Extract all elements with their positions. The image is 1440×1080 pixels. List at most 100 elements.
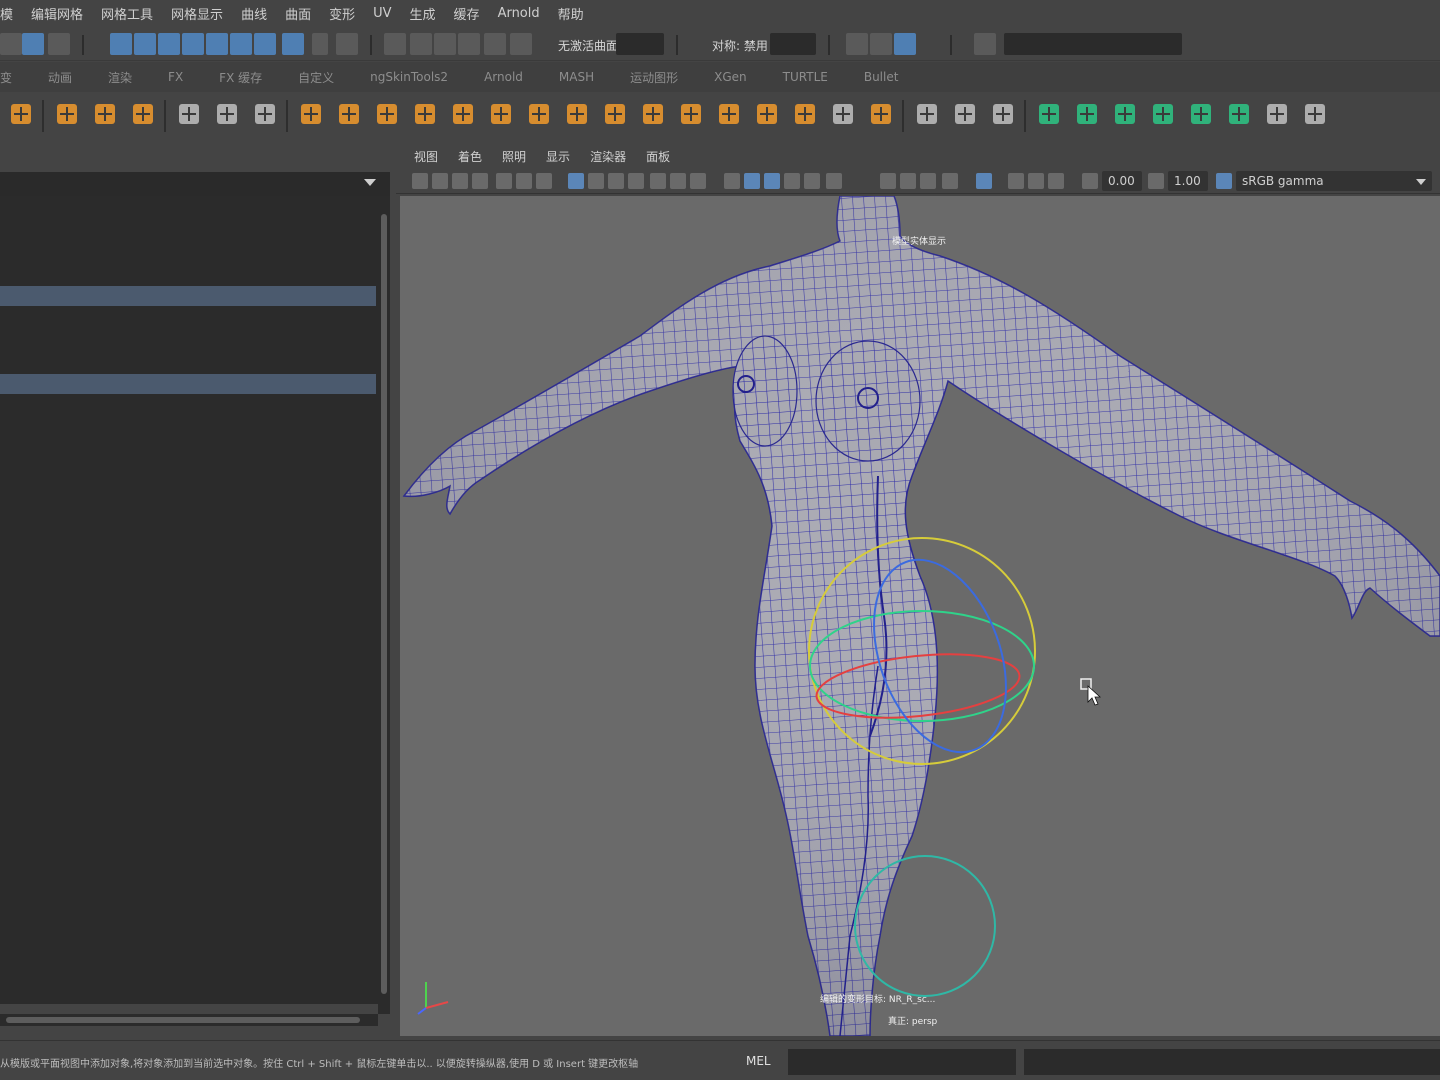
select-surface-icon[interactable] (182, 33, 204, 55)
cube-icon[interactable] (638, 99, 668, 129)
image-plane-icon[interactable] (472, 173, 488, 189)
cylinder-icon[interactable] (562, 99, 592, 129)
x-tool-icon[interactable] (1300, 99, 1330, 129)
shelf-tab[interactable]: 运动图形 (612, 69, 696, 86)
menu-item[interactable]: 曲面 (276, 4, 320, 23)
lock-icon[interactable] (312, 33, 328, 55)
menu-item[interactable]: 网格工具 (92, 4, 162, 23)
input-line-icon[interactable] (974, 33, 996, 55)
shelf-tab[interactable]: ngSkinTools2 (352, 70, 466, 84)
menu-item[interactable]: 缓存 (445, 4, 489, 23)
symmetry-label[interactable]: 对称: 禁用 (712, 37, 768, 61)
grid-icon[interactable] (410, 99, 440, 129)
live-surface-label[interactable]: 无激活曲面 (558, 37, 618, 61)
select-render-icon[interactable] (254, 33, 276, 55)
xray-icon[interactable] (1008, 173, 1024, 189)
cluster-icon[interactable] (212, 99, 242, 129)
shelf-tab[interactable]: XGen (696, 70, 765, 84)
scroll-thumb[interactable] (6, 1017, 360, 1023)
vertical-scrollbar[interactable] (378, 196, 390, 1014)
frame-icon[interactable] (828, 99, 858, 129)
star-icon[interactable] (52, 99, 82, 129)
snap-edge-icon[interactable] (510, 33, 532, 55)
shelf-tab[interactable]: FX (150, 70, 201, 84)
exposure-value[interactable]: 0.00 (1108, 174, 1135, 188)
select-dynamic-icon[interactable] (230, 33, 252, 55)
outliner-header[interactable] (0, 172, 390, 196)
viewport-menu-item[interactable]: 照明 (492, 148, 536, 165)
shadows-icon[interactable] (826, 173, 842, 189)
bridge-icon[interactable] (950, 99, 980, 129)
text-icon[interactable] (90, 99, 120, 129)
green-cube3-icon[interactable] (1110, 99, 1140, 129)
shelf-tab[interactable]: Arnold (466, 70, 541, 84)
boolean-icon[interactable] (752, 99, 782, 129)
shelf-tab[interactable]: TURTLE (765, 70, 846, 84)
menu-item[interactable]: 生成 (401, 4, 445, 23)
render-view-icon[interactable] (846, 33, 868, 55)
snap-curve-icon[interactable] (410, 33, 432, 55)
flat-icon[interactable] (790, 99, 820, 129)
safe-action-icon[interactable] (670, 173, 686, 189)
isolate-select-icon[interactable] (976, 173, 992, 189)
list-item-selected[interactable] (0, 374, 376, 394)
shelf-tab[interactable]: 渲染 (90, 69, 150, 86)
extrude-icon[interactable] (866, 99, 896, 129)
select-icon[interactable] (486, 99, 516, 129)
menu-item[interactable]: Arnold (489, 6, 549, 21)
cube-stack-icon[interactable] (334, 99, 364, 129)
menu-item[interactable]: 网格显示 (162, 4, 232, 23)
symmetry-field[interactable] (770, 33, 816, 55)
resolution-gate-icon[interactable] (608, 173, 624, 189)
green-cube-icon[interactable] (1034, 99, 1064, 129)
green-cube2-icon[interactable] (1072, 99, 1102, 129)
textured-icon[interactable] (784, 173, 800, 189)
viewport-menu-item[interactable]: 面板 (636, 148, 680, 165)
grid2-icon[interactable] (448, 99, 478, 129)
menu-item[interactable]: 编辑网格 (22, 4, 92, 23)
particle-icon[interactable] (600, 99, 630, 129)
chevron-down-icon[interactable] (364, 179, 376, 186)
shelf-tab[interactable]: 动画 (30, 69, 90, 86)
select-mode-icon[interactable] (0, 33, 22, 55)
joint-icon[interactable] (250, 99, 280, 129)
color-management-icon[interactable] (1216, 173, 1232, 189)
component-mode-icon[interactable] (22, 33, 44, 55)
scroll-thumb[interactable] (381, 214, 387, 994)
smooth-shade-icon[interactable] (744, 173, 760, 189)
live-surface-field[interactable] (616, 33, 664, 55)
grid-toggle-icon[interactable] (568, 173, 584, 189)
gamma-value[interactable]: 1.00 (1174, 174, 1201, 188)
snap-grid-icon[interactable] (384, 33, 406, 55)
use-lights-icon[interactable] (804, 173, 820, 189)
shelf-tab[interactable]: FX 缓存 (201, 69, 280, 86)
render-frame-icon[interactable] (870, 33, 892, 55)
chevron-down-icon[interactable] (1416, 179, 1426, 185)
character-mesh[interactable] (402, 196, 1440, 1036)
viewport-menu-item[interactable]: 视图 (404, 148, 448, 165)
multicut-icon[interactable] (988, 99, 1018, 129)
select2-icon[interactable] (524, 99, 554, 129)
crossed-tools-icon[interactable] (1262, 99, 1292, 129)
svg-icon[interactable] (128, 99, 158, 129)
mel-toggle[interactable]: MEL (746, 1054, 771, 1068)
safe-title-icon[interactable] (690, 173, 706, 189)
film-gate-icon[interactable] (588, 173, 604, 189)
outliner-list[interactable] (0, 196, 378, 1004)
select-deform-icon[interactable] (206, 33, 228, 55)
shelf-tab[interactable]: MASH (541, 70, 612, 84)
field-chart-icon[interactable] (650, 173, 666, 189)
object-mode-icon[interactable] (48, 33, 70, 55)
horizontal-scrollbar[interactable] (0, 1014, 378, 1026)
depth-of-field-icon[interactable] (942, 173, 958, 189)
shelf-tab[interactable]: 变 (0, 69, 30, 86)
shelf-tab[interactable]: 自定义 (280, 69, 352, 86)
two-d-pan-icon[interactable] (496, 173, 512, 189)
camera-icon[interactable] (412, 173, 428, 189)
knife-icon[interactable] (912, 99, 942, 129)
viewport-menu-item[interactable]: 着色 (448, 148, 492, 165)
camera-attr-icon[interactable] (432, 173, 448, 189)
bookmark-icon[interactable] (452, 173, 468, 189)
snap-point-icon[interactable] (434, 33, 456, 55)
viewport-menu-item[interactable]: 渲染器 (580, 148, 636, 165)
